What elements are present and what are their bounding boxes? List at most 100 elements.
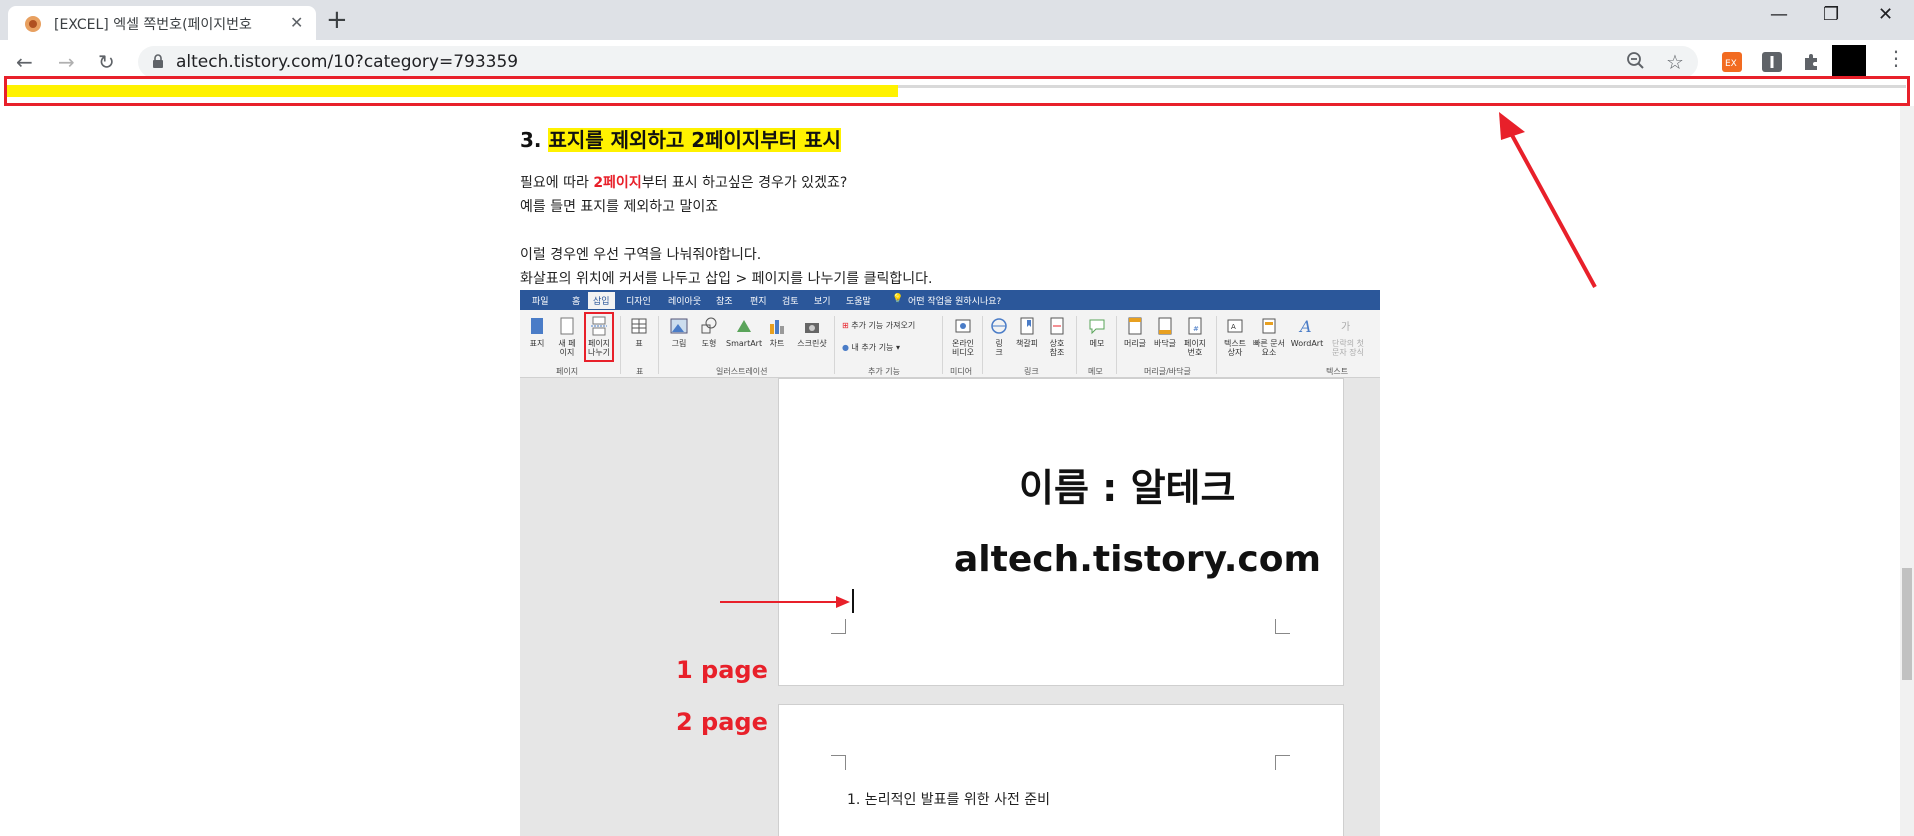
- word-tab-home[interactable]: 홈: [572, 294, 580, 307]
- chart-button[interactable]: 차트: [764, 316, 790, 348]
- page-number-button[interactable]: # 페이지 번호: [1182, 316, 1208, 357]
- cover-page-button[interactable]: 표지: [524, 316, 550, 348]
- extension-info-icon[interactable]: [1762, 52, 1782, 72]
- word-tell-me[interactable]: 어떤 작업을 원하시나요?: [908, 294, 1001, 307]
- margin-corner: [1275, 755, 1290, 770]
- label-2-page: 2 page: [676, 708, 768, 736]
- ribbon-separator: [620, 316, 621, 374]
- cursor-pointer-arrow-icon: [720, 596, 850, 608]
- shapes-icon: [701, 317, 717, 334]
- word-tab-help[interactable]: 도움말: [846, 294, 871, 307]
- link-button[interactable]: 링 크: [986, 316, 1012, 357]
- address-bar[interactable]: altech.tistory.com/10?category=793359 ☆: [138, 46, 1698, 78]
- cover-page-icon: [531, 318, 543, 334]
- group-illustrations-label: 일러스트레이션: [716, 367, 768, 376]
- chart-icon: [770, 320, 784, 334]
- new-tab-icon[interactable]: +: [326, 5, 348, 35]
- group-links-label: 링크: [1024, 367, 1039, 376]
- group-table-label: 표: [636, 367, 644, 376]
- addin-icon: ●: [842, 343, 849, 352]
- word-tab-design[interactable]: 디자인: [626, 294, 651, 307]
- page-number-icon: #: [1188, 317, 1202, 335]
- drop-cap-button[interactable]: 가 단락의 첫 문자 장식: [1326, 316, 1370, 357]
- bookmark-icon: [1020, 317, 1034, 335]
- extension-ex-icon[interactable]: EX: [1722, 52, 1742, 72]
- blank-page-icon: [560, 317, 574, 335]
- cross-reference-icon: [1050, 317, 1064, 335]
- svg-text:#: #: [1193, 325, 1199, 333]
- quick-parts-button[interactable]: 빠른 문서 요소: [1252, 316, 1286, 357]
- word-page-1: 이름 : 알테크 altech.tistory.com: [778, 378, 1344, 686]
- url-text: altech.tistory.com/10?category=793359: [176, 52, 519, 72]
- group-header-footer-label: 머리글/바닥글: [1144, 367, 1191, 376]
- zoom-out-icon[interactable]: [1626, 51, 1646, 71]
- blank-page-button[interactable]: 새 페 이지: [554, 316, 580, 357]
- word-page-2: 1. 논리적인 발표를 위한 사전 준비: [778, 704, 1344, 836]
- drop-cap-icon: 가: [1341, 321, 1350, 333]
- page1-url-line: altech.tistory.com: [954, 539, 1321, 580]
- group-addins-label: 추가 기능: [868, 367, 900, 376]
- group-pages-label: 페이지: [556, 367, 579, 376]
- svg-text:A: A: [1231, 323, 1236, 331]
- globe-link-icon: [991, 318, 1007, 334]
- wordart-button[interactable]: A WordArt: [1290, 316, 1324, 348]
- page-break-highlight: [584, 312, 614, 362]
- svg-text:EX: EX: [1725, 59, 1737, 69]
- lightbulb-icon: 💡: [892, 294, 904, 304]
- word-tab-layout[interactable]: 레이아웃: [668, 294, 701, 307]
- comment-icon: [1089, 319, 1105, 335]
- bookmark-button[interactable]: 책갈피: [1014, 316, 1040, 348]
- footer-button[interactable]: 바닥글: [1152, 316, 1178, 348]
- header-button[interactable]: 머리글: [1122, 316, 1148, 348]
- get-addins-button[interactable]: ⊞ 추가 기능 가져오기: [842, 320, 915, 331]
- wordart-icon: A: [1298, 317, 1312, 336]
- smartart-icon: [737, 320, 751, 332]
- profile-avatar[interactable]: [1832, 45, 1866, 79]
- window-close-icon[interactable]: ✕: [1878, 4, 1893, 25]
- online-video-button[interactable]: 온라인 비디오: [948, 316, 978, 357]
- text-box-icon: A: [1227, 319, 1243, 333]
- text-cursor: [852, 589, 854, 613]
- group-comments-label: 메모: [1088, 367, 1103, 376]
- word-tab-review[interactable]: 검토: [782, 294, 799, 307]
- back-icon[interactable]: ←: [16, 50, 33, 74]
- scrollbar-thumb[interactable]: [1902, 568, 1912, 680]
- margin-corner: [831, 755, 846, 770]
- minimize-icon[interactable]: —: [1770, 4, 1788, 25]
- picture-button[interactable]: 그림: [666, 316, 692, 348]
- restore-icon[interactable]: ❐: [1823, 4, 1839, 25]
- shapes-button[interactable]: 도형: [696, 316, 722, 348]
- bookmark-star-icon[interactable]: ☆: [1666, 50, 1684, 74]
- tab-close-icon[interactable]: ✕: [290, 13, 303, 32]
- browser-tab[interactable]: [EXCEL] 엑셀 쪽번호(페이지번호 ✕: [8, 6, 316, 40]
- word-tab-view[interactable]: 보기: [814, 294, 831, 307]
- forward-icon[interactable]: →: [58, 50, 75, 74]
- camera-icon: [805, 323, 819, 333]
- annotation-arrow-icon: [1499, 112, 1597, 288]
- text-box-button[interactable]: A 텍스트 상자: [1222, 316, 1248, 357]
- smartart-button[interactable]: SmartArt: [726, 316, 762, 348]
- ribbon-separator: [1216, 316, 1217, 374]
- page1-name-line: 이름 : 알테크: [1019, 466, 1236, 510]
- cross-reference-button[interactable]: 상호 참조: [1044, 316, 1070, 357]
- word-ribbon: 표지 새 페 이지 페이지 나누기 페이지 표 표 그림 도형 SmartArt…: [520, 310, 1380, 378]
- table-icon: [631, 318, 647, 334]
- table-button[interactable]: 표: [626, 316, 652, 348]
- word-tab-mailings[interactable]: 편지: [750, 294, 767, 307]
- reload-icon[interactable]: ↻: [98, 50, 115, 74]
- word-tab-references[interactable]: 참조: [716, 294, 733, 307]
- comment-button[interactable]: 메모: [1084, 316, 1110, 348]
- lock-icon: [153, 54, 163, 68]
- word-tab-file[interactable]: 파일: [532, 294, 549, 307]
- ribbon-separator: [982, 316, 983, 374]
- screenshot-button[interactable]: 스크린샷: [794, 316, 830, 348]
- page2-list-item: 1. 논리적인 발표를 위한 사전 준비: [847, 792, 1051, 808]
- page-scrollbar[interactable]: [1900, 106, 1914, 836]
- extensions-puzzle-icon[interactable]: [1802, 52, 1822, 72]
- word-tab-insert[interactable]: 삽입: [588, 292, 615, 309]
- progress-highlight-box: [4, 76, 1910, 106]
- menu-dots-icon[interactable]: ⋮: [1886, 46, 1906, 70]
- paragraph-1: 필요에 따라 2페이지부터 표시 하고싶은 경우가 있겠죠?: [520, 175, 848, 191]
- quick-parts-icon: [1262, 318, 1276, 334]
- my-addins-button[interactable]: ● 내 추가 기능 ▾: [842, 342, 900, 353]
